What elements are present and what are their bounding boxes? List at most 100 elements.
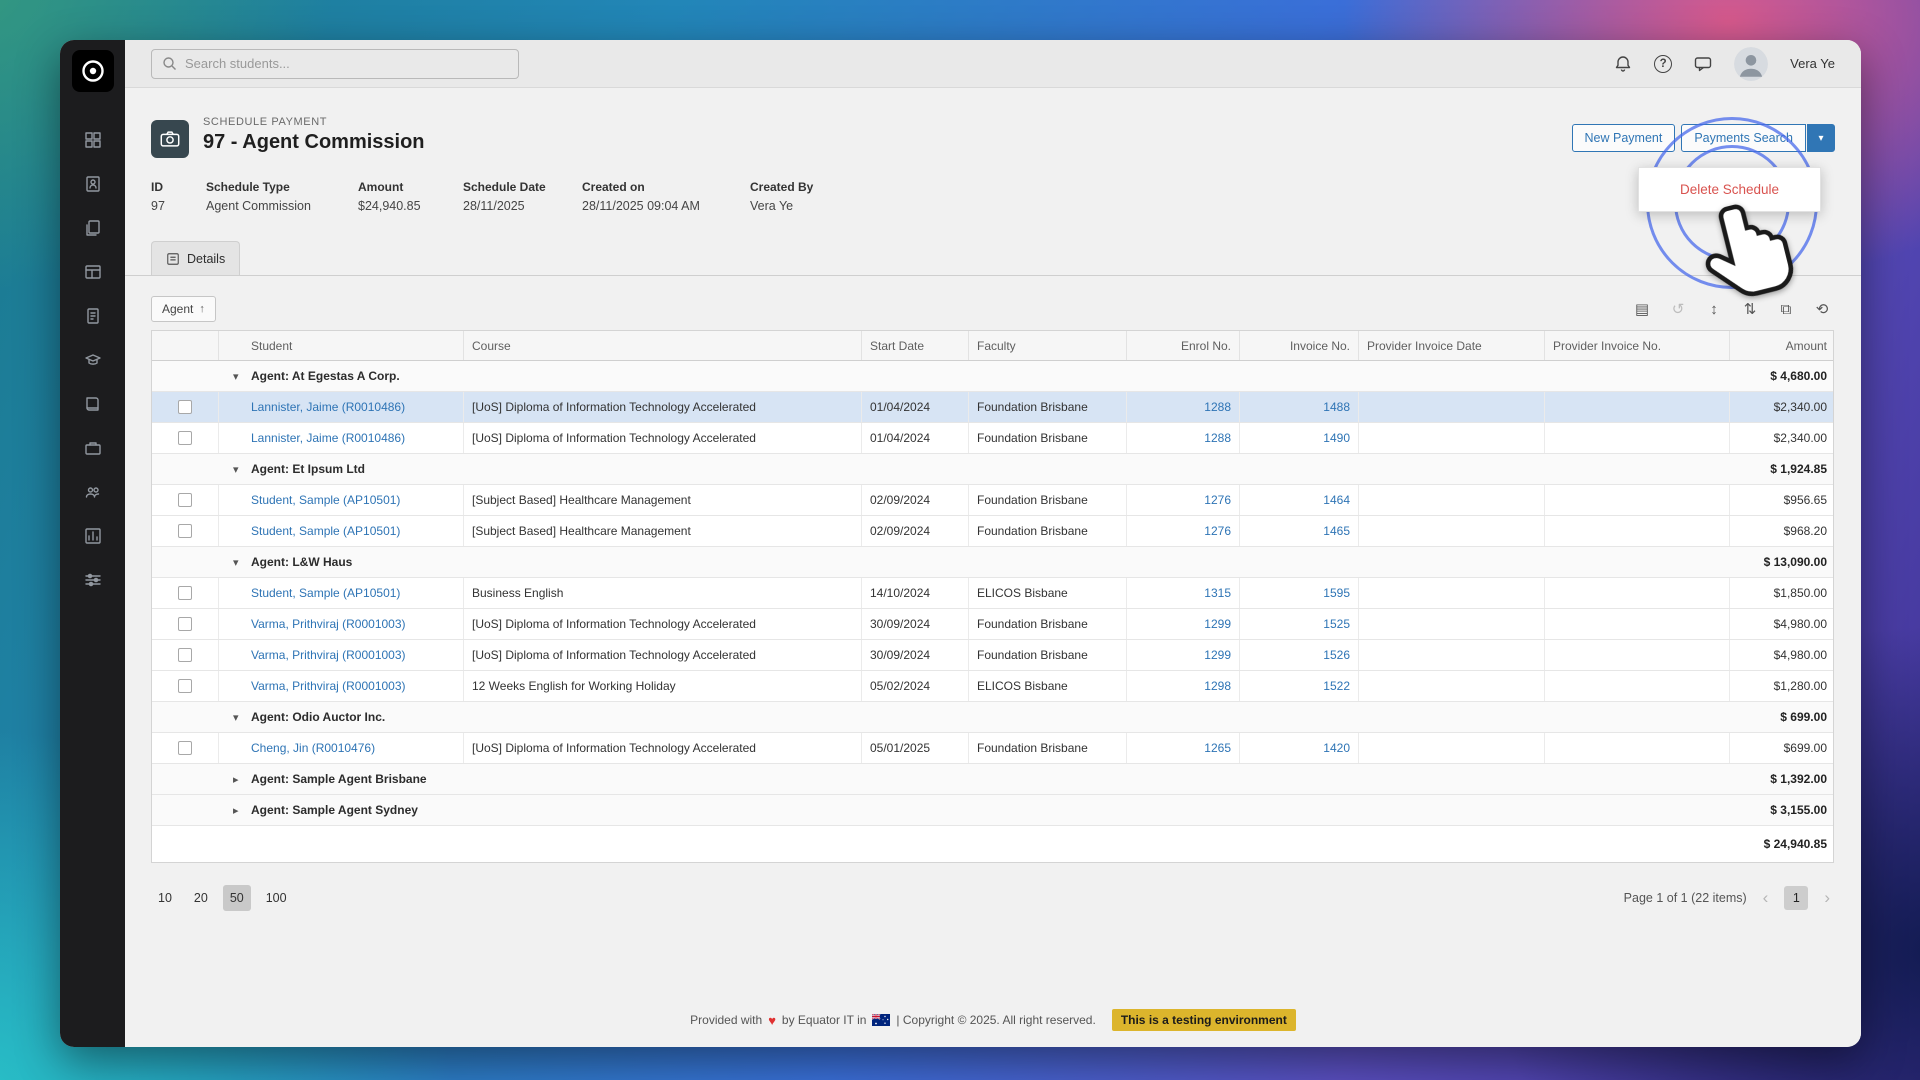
col-header-amount[interactable]: Amount (1730, 331, 1835, 360)
col-header-invoice-no[interactable]: Invoice No. (1240, 331, 1359, 360)
student-link[interactable]: Student, Sample (AP10501) (251, 524, 400, 538)
student-link[interactable]: Student, Sample (AP10501) (251, 493, 400, 507)
collapse-group-icon[interactable]: ▾ (233, 556, 247, 569)
expand-all-icon[interactable]: ↕ (1702, 297, 1726, 321)
group-row-label: Agent: Sample Agent Brisbane (251, 772, 427, 786)
student-link[interactable]: Lannister, Jaime (R0010486) (251, 431, 405, 445)
enrol-no-link[interactable]: 1315 (1204, 586, 1231, 600)
invoice-no-link[interactable]: 1595 (1323, 586, 1350, 600)
expand-group-icon[interactable]: ▸ (233, 773, 247, 786)
student-link[interactable]: Student, Sample (AP10501) (251, 586, 400, 600)
row-checkbox[interactable] (178, 493, 192, 507)
enrol-no-link[interactable]: 1276 (1204, 524, 1231, 538)
collapse-group-icon[interactable]: ▾ (233, 370, 247, 383)
sidebar-item-dashboard[interactable] (60, 118, 125, 162)
col-header-course[interactable]: Course (464, 331, 862, 360)
enrol-no-link[interactable]: 1276 (1204, 493, 1231, 507)
search-box[interactable] (151, 49, 519, 79)
col-header-student[interactable]: Student (219, 331, 464, 360)
col-header-start-date[interactable]: Start Date (862, 331, 969, 360)
enrol-no-link[interactable]: 1265 (1204, 741, 1231, 755)
enrol-no-link[interactable]: 1288 (1204, 400, 1231, 414)
sidebar-item-documents[interactable] (60, 206, 125, 250)
page-size-20[interactable]: 20 (187, 885, 215, 911)
page-size-50[interactable]: 50 (223, 885, 251, 911)
sidebar-item-contacts[interactable] (60, 162, 125, 206)
enrol-no-link[interactable]: 1299 (1204, 617, 1231, 631)
copy-grid-icon[interactable]: ⧉ (1774, 297, 1798, 321)
invoice-no-link[interactable]: 1526 (1323, 648, 1350, 662)
enrol-no-cell: 1288 (1127, 392, 1240, 422)
student-link[interactable]: Varma, Prithviraj (R0001003) (251, 679, 406, 693)
group-by-agent-chip[interactable]: Agent ↑ (151, 296, 216, 322)
help-button[interactable]: ? (1654, 55, 1672, 73)
page-number-button[interactable]: 1 (1784, 886, 1808, 910)
col-header-enrol-no[interactable]: Enrol No. (1127, 331, 1240, 360)
tab-details-label: Details (187, 252, 225, 266)
next-page-icon[interactable]: › (1820, 888, 1834, 908)
avatar[interactable] (1734, 47, 1768, 81)
faculty-cell: ELICOS Bisbane (969, 578, 1127, 608)
enrol-no-link[interactable]: 1299 (1204, 648, 1231, 662)
row-checkbox[interactable] (178, 400, 192, 414)
row-checkbox[interactable] (178, 524, 192, 538)
enrol-no-link[interactable]: 1298 (1204, 679, 1231, 693)
row-checkbox[interactable] (178, 679, 192, 693)
sidebar-item-settings[interactable] (60, 558, 125, 602)
invoice-no-link[interactable]: 1488 (1323, 400, 1350, 414)
payments-dropdown-button[interactable]: ▾ (1807, 124, 1835, 152)
user-name[interactable]: Vera Ye (1790, 56, 1835, 71)
sidebar-item-reports[interactable] (60, 514, 125, 558)
notifications-button[interactable] (1614, 55, 1632, 73)
export-grid-icon[interactable]: ▤ (1630, 297, 1654, 321)
search-input[interactable] (185, 56, 508, 71)
row-checkbox[interactable] (178, 617, 192, 631)
collapse-group-icon[interactable]: ▾ (233, 463, 247, 476)
undo-icon[interactable]: ↺ (1666, 297, 1690, 321)
row-checkbox[interactable] (178, 741, 192, 755)
invoice-no-link[interactable]: 1465 (1323, 524, 1350, 538)
invoice-no-link[interactable]: 1522 (1323, 679, 1350, 693)
history-icon[interactable]: ⟲ (1810, 297, 1834, 321)
invoice-no-link[interactable]: 1525 (1323, 617, 1350, 631)
delete-schedule-menu-item[interactable]: Delete Schedule (1638, 167, 1821, 212)
collapse-all-icon[interactable]: ⇅ (1738, 297, 1762, 321)
sidebar-item-courses[interactable] (60, 338, 125, 382)
invoice-no-cell: 1464 (1240, 485, 1359, 515)
app-logo[interactable] (72, 50, 114, 92)
new-payment-button[interactable]: New Payment (1572, 124, 1676, 152)
expand-group-icon[interactable]: ▸ (233, 804, 247, 817)
group-amount: $ 4,680.00 (1730, 361, 1835, 391)
grid-total-row: $ 24,940.85 (152, 826, 1833, 862)
student-link[interactable]: Cheng, Jin (R0010476) (251, 741, 375, 755)
row-checkbox[interactable] (178, 586, 192, 600)
tab-details[interactable]: Details (151, 241, 240, 275)
enrol-no-cell: 1276 (1127, 516, 1240, 546)
row-checkbox[interactable] (178, 648, 192, 662)
feedback-button[interactable] (1694, 56, 1712, 72)
page-size-10[interactable]: 10 (151, 885, 179, 911)
payments-search-button[interactable]: Payments Search (1681, 124, 1806, 152)
row-checkbox[interactable] (178, 431, 192, 445)
sidebar-item-agents[interactable] (60, 470, 125, 514)
invoice-no-link[interactable]: 1464 (1323, 493, 1350, 507)
sidebar-item-jobs[interactable] (60, 426, 125, 470)
faculty-cell: Foundation Brisbane (969, 516, 1127, 546)
prev-page-icon[interactable]: ‹ (1759, 888, 1773, 908)
collapse-group-icon[interactable]: ▾ (233, 711, 247, 724)
provider-invoice-no-cell (1545, 516, 1730, 546)
sidebar-item-library[interactable] (60, 382, 125, 426)
col-header-provider-invoice-no[interactable]: Provider Invoice No. (1545, 331, 1730, 360)
sidebar-item-invoices[interactable] (60, 294, 125, 338)
enrol-no-link[interactable]: 1288 (1204, 431, 1231, 445)
sidebar-item-tables[interactable] (60, 250, 125, 294)
page-size-100[interactable]: 100 (259, 885, 294, 911)
group-row-spacer (152, 454, 219, 484)
student-link[interactable]: Varma, Prithviraj (R0001003) (251, 617, 406, 631)
col-header-faculty[interactable]: Faculty (969, 331, 1127, 360)
student-link[interactable]: Varma, Prithviraj (R0001003) (251, 648, 406, 662)
invoice-no-link[interactable]: 1420 (1323, 741, 1350, 755)
invoice-no-link[interactable]: 1490 (1323, 431, 1350, 445)
student-link[interactable]: Lannister, Jaime (R0010486) (251, 400, 405, 414)
col-header-provider-invoice-date[interactable]: Provider Invoice Date (1359, 331, 1545, 360)
